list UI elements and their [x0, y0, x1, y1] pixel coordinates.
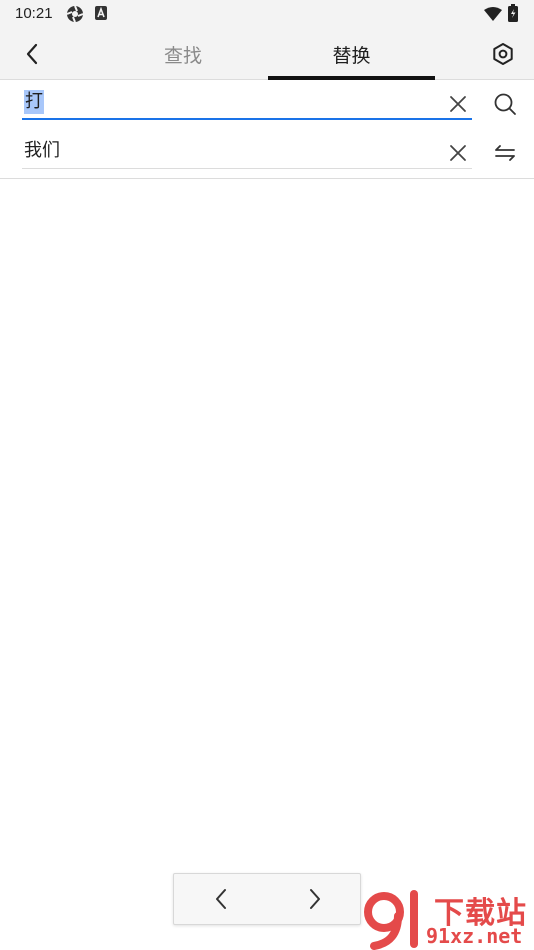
aperture-icon: [66, 5, 84, 27]
watermark-line2: 91xz.net: [426, 924, 523, 948]
hexagon-settings-icon: [493, 43, 513, 65]
back-button[interactable]: [16, 38, 48, 70]
watermark-logo-icon: [364, 890, 418, 950]
settings-button[interactable]: [487, 38, 519, 70]
chevron-left-icon: [216, 889, 226, 909]
tab-find[interactable]: 查找: [98, 28, 268, 80]
tab-replace-label: 替换: [332, 44, 371, 67]
replace-row: 我们: [0, 135, 534, 175]
find-row: 打: [0, 86, 534, 126]
search-icon: [494, 93, 516, 115]
replace-clear-button[interactable]: [444, 139, 472, 167]
find-input[interactable]: 打: [22, 86, 472, 120]
find-input-value: 打: [24, 90, 44, 114]
match-navigator: [173, 873, 361, 925]
previous-match-button[interactable]: [174, 874, 268, 924]
wifi-icon: [484, 6, 502, 25]
close-icon: [450, 96, 466, 112]
search-button[interactable]: [489, 88, 521, 120]
status-bar: 10:21: [0, 0, 534, 28]
find-input-underline: [22, 118, 472, 120]
chevron-right-icon: [310, 889, 320, 909]
replace-input-value: 我们: [24, 140, 60, 161]
tab-find-label: 查找: [163, 44, 202, 67]
watermark: 下载站 91xz.net: [362, 888, 532, 950]
tab-replace[interactable]: 替换: [268, 28, 435, 80]
status-time: 10:21: [15, 5, 53, 22]
a-badge-icon: [94, 5, 108, 25]
replace-input-underline: [22, 168, 472, 169]
battery-icon: [508, 4, 518, 26]
chevron-left-icon: [26, 43, 38, 65]
swap-button[interactable]: [489, 137, 521, 169]
replace-input[interactable]: 我们: [22, 135, 472, 169]
toolbar-divider: [0, 178, 534, 179]
swap-icon: [495, 145, 515, 161]
next-match-button[interactable]: [268, 874, 362, 924]
active-tab-indicator: [268, 76, 435, 80]
find-clear-button[interactable]: [444, 90, 472, 118]
close-icon: [450, 145, 466, 161]
header: 查找 替换: [0, 28, 534, 80]
